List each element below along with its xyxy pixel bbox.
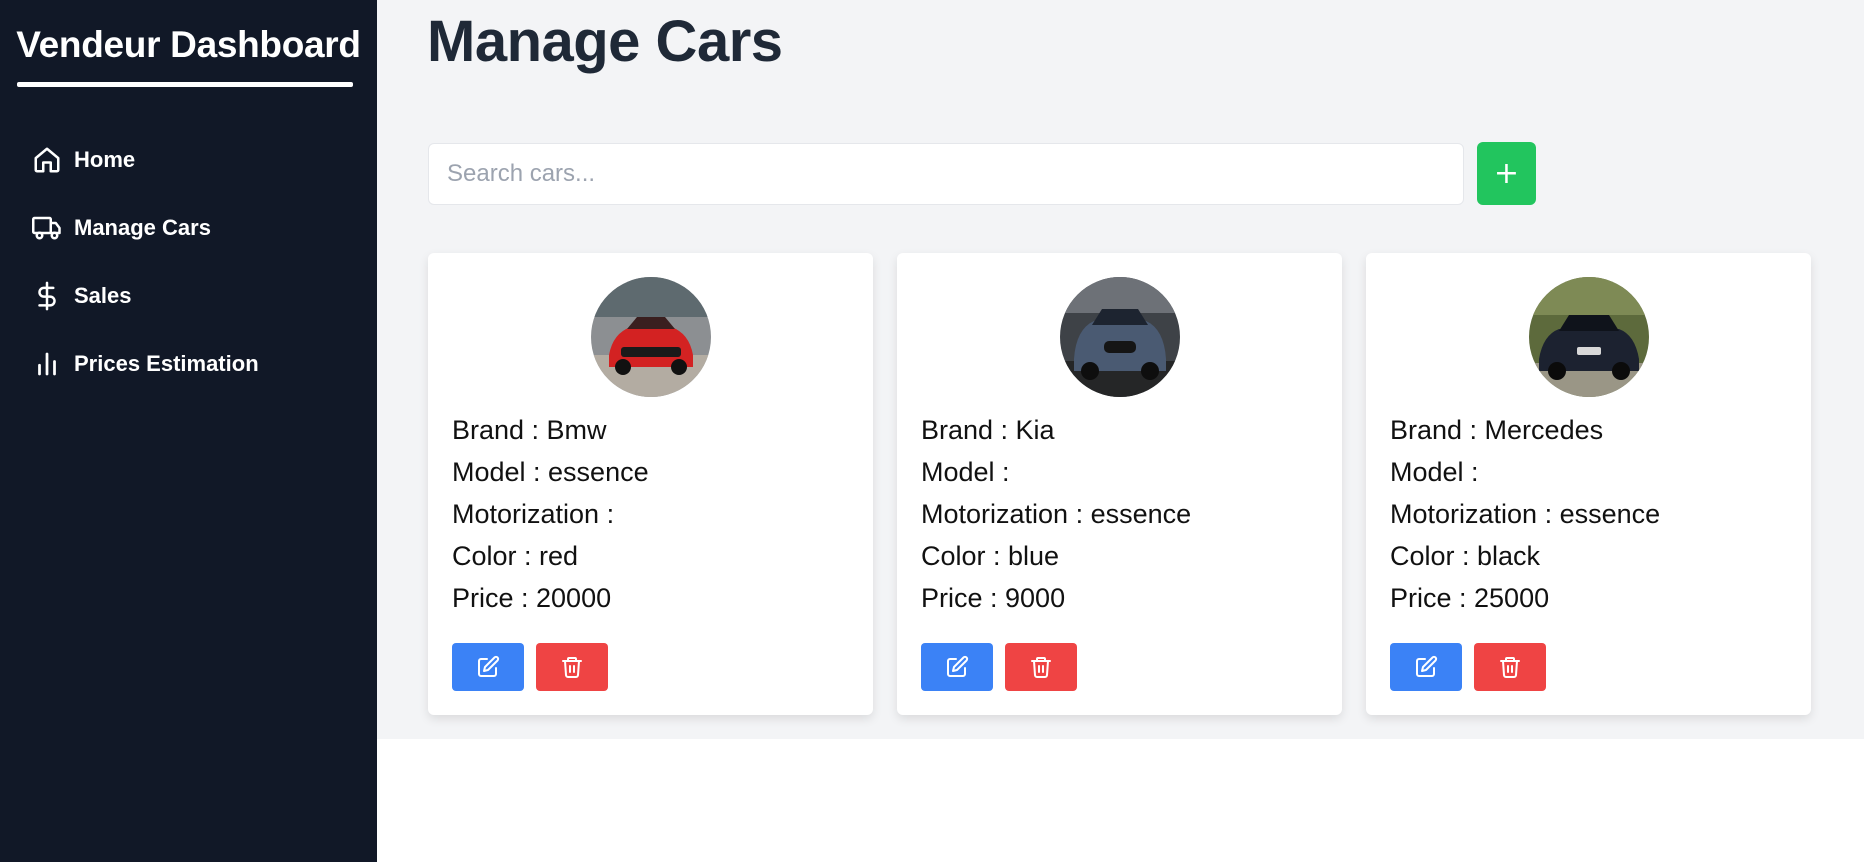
dollar-icon xyxy=(38,281,56,311)
sidebar-title: Vendeur Dashboard xyxy=(16,24,361,65)
car-photo xyxy=(1529,277,1649,397)
car-photo xyxy=(1060,277,1180,397)
main-content: Manage Cars + Brand : Bmw Model : essenc… xyxy=(377,0,1864,739)
home-icon xyxy=(34,147,60,173)
car-brand: Brand : Bmw xyxy=(452,415,607,445)
trash-icon xyxy=(562,657,582,678)
car-card: Brand : Mercedes Model : Motorization : … xyxy=(1366,253,1811,715)
bar-chart-icon xyxy=(38,352,56,376)
car-price: Price : 25000 xyxy=(1390,583,1550,613)
edit-icon xyxy=(1416,655,1438,677)
car-model: Model : xyxy=(921,457,1010,487)
sidebar-item-label: Home xyxy=(74,147,136,172)
car-motorization: Motorization : xyxy=(452,499,615,529)
truck-icon xyxy=(32,216,61,240)
sidebar-item-manage-cars[interactable]: Manage Cars xyxy=(0,208,377,248)
edit-icon xyxy=(947,655,969,677)
trash-icon xyxy=(1031,657,1051,678)
car-brand: Brand : Kia xyxy=(921,415,1055,445)
sidebar-item-prices-estimation[interactable]: Prices Estimation xyxy=(0,344,377,384)
car-card: Brand : Bmw Model : essence Motorization… xyxy=(428,253,873,715)
car-motorization: Motorization : essence xyxy=(921,499,1192,529)
sidebar-item-sales[interactable]: Sales xyxy=(0,276,377,316)
car-price: Price : 20000 xyxy=(452,583,612,613)
sidebar: Vendeur Dashboard Home Manage Cars Sales xyxy=(0,0,377,862)
trash-icon xyxy=(1500,657,1520,678)
plus-icon: + xyxy=(1493,156,1520,191)
delete-button[interactable] xyxy=(1474,643,1546,691)
car-card: Brand : Kia Model : Motorization : essen… xyxy=(897,253,1342,715)
sidebar-divider xyxy=(17,82,353,87)
car-model: Model : essence xyxy=(452,457,649,487)
edit-button[interactable] xyxy=(1390,643,1462,691)
car-color: Color : black xyxy=(1390,541,1541,571)
sidebar-item-label: Manage Cars xyxy=(74,215,211,240)
car-price: Price : 9000 xyxy=(921,583,1066,613)
car-color: Color : blue xyxy=(921,541,1060,571)
delete-button[interactable] xyxy=(1005,643,1077,691)
add-car-button[interactable]: + xyxy=(1477,142,1536,205)
page-title: Manage Cars xyxy=(427,9,783,74)
sidebar-item-home[interactable]: Home xyxy=(0,140,377,180)
car-photo xyxy=(591,277,711,397)
search-input[interactable] xyxy=(428,143,1464,205)
sidebar-item-label: Prices Estimation xyxy=(74,351,259,376)
edit-button[interactable] xyxy=(452,643,524,691)
car-motorization: Motorization : essence xyxy=(1390,499,1661,529)
edit-button[interactable] xyxy=(921,643,993,691)
delete-button[interactable] xyxy=(536,643,608,691)
edit-icon xyxy=(478,655,500,677)
car-color: Color : red xyxy=(452,541,579,571)
car-brand: Brand : Mercedes xyxy=(1390,415,1604,445)
sidebar-item-label: Sales xyxy=(74,283,132,308)
car-model: Model : xyxy=(1390,457,1479,487)
sidebar-nav: Home Manage Cars Sales Prices Estimation xyxy=(0,140,377,412)
